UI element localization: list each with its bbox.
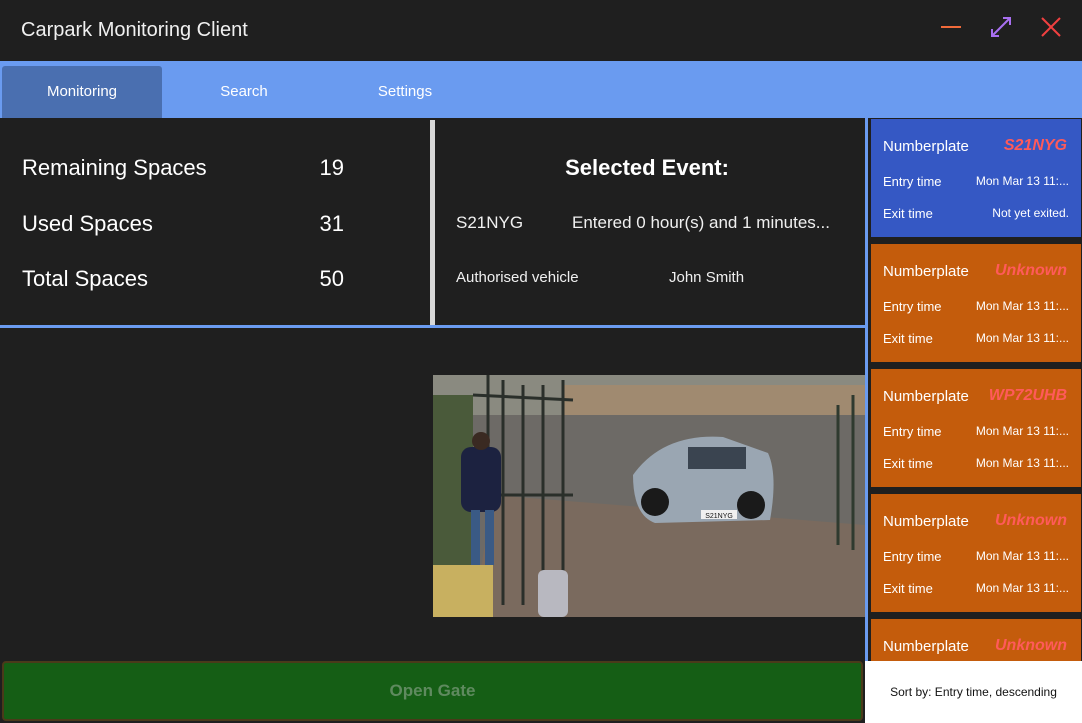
- event-exit-label: Exit time: [883, 581, 933, 596]
- stat-label: Remaining Spaces: [22, 155, 207, 180]
- stat-label: Total Spaces: [22, 266, 148, 291]
- event-card[interactable]: Numberplate Unknown Entry time Mon Mar 1…: [871, 244, 1081, 362]
- event-card[interactable]: Numberplate Unknown: [871, 619, 1081, 661]
- event-plate: S21NYG: [1003, 137, 1067, 154]
- event-list[interactable]: Numberplate S21NYG Entry time Mon Mar 13…: [865, 118, 1082, 661]
- event-exit-time: Mon Mar 13 11:...: [975, 331, 1069, 345]
- minimize-icon: [941, 26, 961, 28]
- event-exit-time: Not yet exited.: [992, 206, 1069, 220]
- title-bar: Carpark Monitoring Client: [0, 0, 1082, 61]
- event-entry-time: Mon Mar 13 11:...: [975, 424, 1069, 438]
- event-plate-label: Numberplate: [883, 388, 969, 405]
- selected-event-panel: Selected Event: S21NYG Entered 0 hour(s)…: [435, 118, 865, 325]
- open-gate-button[interactable]: Open Gate: [2, 661, 863, 721]
- tab-search[interactable]: Search: [165, 66, 323, 118]
- event-entry-label: Entry time: [883, 549, 942, 564]
- tab-bar: Monitoring Search Settings: [0, 61, 1082, 118]
- event-entry-time: Mon Mar 13 11:...: [975, 174, 1069, 188]
- stat-value: 50: [319, 266, 344, 291]
- selected-event-owner: John Smith: [669, 269, 745, 286]
- event-plate-label: Numberplate: [883, 638, 969, 655]
- close-icon: [1041, 17, 1061, 37]
- event-entry-label: Entry time: [883, 424, 942, 439]
- event-entry-time: Mon Mar 13 11:...: [975, 549, 1069, 563]
- event-card[interactable]: Numberplate Unknown Entry time Mon Mar 1…: [871, 494, 1081, 612]
- window-title: Carpark Monitoring Client: [21, 19, 248, 41]
- maximize-icon: [991, 17, 1011, 37]
- event-exit-time: Mon Mar 13 11:...: [975, 456, 1069, 470]
- event-entry-label: Entry time: [883, 174, 942, 189]
- event-plate-label: Numberplate: [883, 513, 969, 530]
- stat-value: 31: [319, 211, 344, 236]
- event-card[interactable]: Numberplate WP72UHB Entry time Mon Mar 1…: [871, 369, 1081, 487]
- selected-event-plate: S21NYG: [456, 213, 524, 232]
- maximize-button[interactable]: [988, 14, 1014, 40]
- tab-monitoring[interactable]: Monitoring: [2, 66, 162, 118]
- stat-value: 19: [319, 155, 344, 180]
- event-plate-label: Numberplate: [883, 138, 969, 155]
- event-exit-label: Exit time: [883, 206, 933, 221]
- event-plate: Unknown: [995, 512, 1067, 529]
- selected-event-duration: Entered 0 hour(s) and 1 minutes...: [572, 213, 830, 232]
- event-plate: WP72UHB: [988, 387, 1067, 404]
- event-exit-label: Exit time: [883, 331, 933, 346]
- close-button[interactable]: [1038, 14, 1064, 40]
- event-plate-label: Numberplate: [883, 263, 969, 280]
- event-entry-time: Mon Mar 13 11:...: [975, 299, 1069, 313]
- car-plate-text: S21NYG: [705, 513, 733, 520]
- camera-snapshot-image: S21NYG: [433, 375, 865, 617]
- sort-dropdown[interactable]: Sort by: Entry time, descending: [865, 661, 1082, 723]
- tab-settings[interactable]: Settings: [326, 66, 484, 118]
- minimize-button[interactable]: [938, 14, 964, 40]
- section-divider: [0, 325, 865, 328]
- selected-event-status: Authorised vehicle: [456, 269, 579, 286]
- event-exit-time: Mon Mar 13 11:...: [975, 581, 1069, 595]
- event-entry-label: Entry time: [883, 299, 942, 314]
- camera-snapshot: S21NYG: [433, 375, 865, 617]
- selected-event-title: Selected Event:: [565, 155, 729, 180]
- space-stats-panel: Remaining Spaces 19 Used Spaces 31 Total…: [0, 118, 430, 325]
- event-exit-label: Exit time: [883, 456, 933, 471]
- event-plate: Unknown: [995, 262, 1067, 279]
- event-card[interactable]: Numberplate S21NYG Entry time Mon Mar 13…: [871, 119, 1081, 237]
- event-plate: Unknown: [995, 637, 1067, 654]
- stat-label: Used Spaces: [22, 211, 153, 236]
